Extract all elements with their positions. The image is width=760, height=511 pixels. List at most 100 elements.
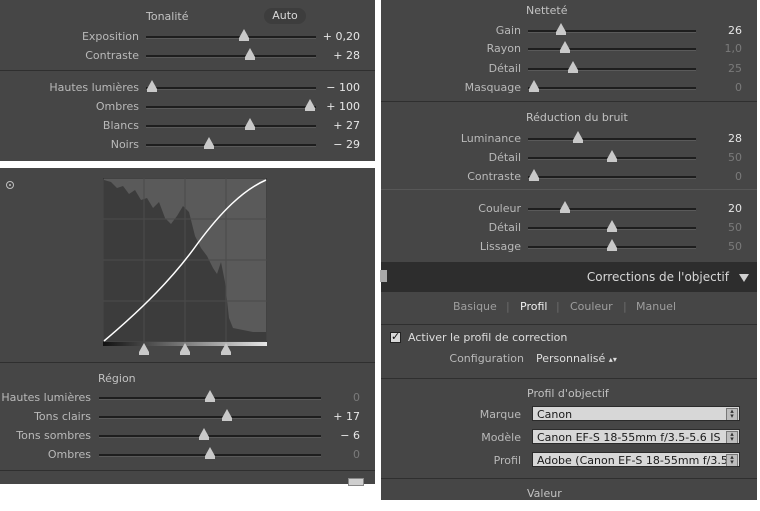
slider-track[interactable]: [146, 36, 316, 39]
tone-curve-panel: Région Hautes lumières 0 Tons clairs + 17 To…: [0, 168, 375, 486]
tab-couleur[interactable]: Couleur: [570, 300, 613, 313]
slider-track[interactable]: [528, 208, 696, 211]
objectif-header[interactable]: Corrections de l'objectif: [380, 262, 757, 292]
slider-label: Luminance: [460, 132, 521, 145]
slider-thumb[interactable]: [529, 169, 539, 181]
tabs-divider: [381, 324, 757, 325]
slider-thumb[interactable]: [198, 428, 209, 440]
slider-label: Détail: [488, 62, 521, 75]
slider-value[interactable]: + 28: [333, 49, 360, 62]
slider-value[interactable]: 50: [728, 240, 742, 253]
slider-thumb[interactable]: [607, 150, 617, 162]
slider-track[interactable]: [528, 138, 696, 141]
modele-select[interactable]: Canon EF-S 18-55mm f/3.5-5.6 IS ▴ ▾: [532, 429, 740, 444]
slider-value[interactable]: 0: [353, 448, 360, 461]
slider-thumb[interactable]: [560, 41, 571, 53]
objectif-panel: Basique | Profil | Couleur | Manuel ✓ Ac…: [381, 292, 757, 500]
tab-separator: |: [506, 300, 510, 313]
slider-value[interactable]: 50: [728, 221, 742, 234]
profil-spin-icon: ▴ ▾: [726, 454, 738, 466]
curve-split-handle-2[interactable]: [180, 343, 190, 355]
slider-thumb[interactable]: [568, 61, 578, 73]
slider-value[interactable]: 0: [353, 391, 360, 404]
slider-thumb[interactable]: [244, 48, 255, 60]
slider-thumb[interactable]: [244, 118, 255, 130]
valeur-title: Valeur: [527, 487, 562, 500]
slider-value[interactable]: + 0,20: [323, 30, 360, 43]
slider-thumb[interactable]: [572, 131, 583, 143]
slider-value[interactable]: 0: [735, 170, 742, 183]
curve-split-handle-3[interactable]: [221, 343, 231, 355]
collapse-triangle-icon[interactable]: [739, 274, 749, 282]
profile-title: Profil d'objectif: [527, 387, 609, 400]
panel-drag-handle-icon[interactable]: [380, 270, 387, 282]
slider-value[interactable]: + 17: [333, 410, 360, 423]
slider-value[interactable]: + 100: [326, 100, 360, 113]
check-mark-icon: ✓: [391, 330, 401, 343]
slider-thumb[interactable]: [203, 137, 214, 149]
tab-basique[interactable]: Basique: [453, 300, 497, 313]
slider-thumb[interactable]: [205, 447, 215, 459]
slider-value[interactable]: 0: [735, 81, 742, 94]
curve-split-handle-1[interactable]: [139, 343, 149, 355]
config-label: Configuration: [449, 352, 524, 365]
slider-value[interactable]: − 29: [333, 138, 360, 151]
slider-label: Ombres: [95, 100, 139, 113]
slider-label: Détail: [488, 151, 521, 164]
slider-label: Tons sombres: [16, 429, 91, 442]
slider-track[interactable]: [528, 176, 696, 179]
slider-thumb[interactable]: [305, 99, 315, 111]
slider-track[interactable]: [99, 435, 321, 438]
target-adjust-icon[interactable]: [6, 181, 14, 189]
slider-track[interactable]: [528, 68, 696, 71]
nettete-title: Netteté: [526, 4, 568, 17]
marque-select[interactable]: Canon ▴ ▾: [532, 406, 740, 421]
slider-track[interactable]: [146, 87, 316, 90]
slider-value[interactable]: + 27: [333, 119, 360, 132]
objectif-header-title: Corrections de l'objectif: [586, 270, 729, 284]
modele-value: Canon EF-S 18-55mm f/3.5-5.6 IS: [537, 431, 721, 444]
slider-track[interactable]: [146, 125, 316, 128]
slider-track[interactable]: [528, 87, 696, 90]
slider-thumb[interactable]: [555, 23, 566, 35]
slider-thumb[interactable]: [607, 239, 617, 251]
profile-divider: [381, 478, 757, 479]
auto-button[interactable]: Auto: [264, 8, 306, 24]
slider-track[interactable]: [146, 144, 316, 147]
bruit-inner-divider: [381, 189, 757, 190]
slider-value[interactable]: − 100: [326, 81, 360, 94]
panel-switch-icon[interactable]: [348, 478, 364, 486]
slider-value[interactable]: 28: [728, 132, 742, 145]
slider-thumb[interactable]: [529, 80, 539, 92]
slider-label: Contraste: [85, 49, 139, 62]
slider-value[interactable]: 50: [728, 151, 742, 164]
slider-label: Couleur: [478, 202, 521, 215]
slider-value[interactable]: 25: [728, 62, 742, 75]
slider-label: Ombres: [47, 448, 91, 461]
slider-thumb[interactable]: [147, 80, 157, 92]
slider-track[interactable]: [99, 416, 321, 419]
enable-profile-checkbox[interactable]: ✓: [390, 330, 401, 343]
slider-track[interactable]: [146, 55, 316, 58]
slider-label: Hautes lumières: [49, 81, 139, 94]
config-select[interactable]: Personnalisé ▴▾: [536, 352, 617, 365]
slider-value[interactable]: − 6: [340, 429, 360, 442]
slider-track[interactable]: [528, 30, 696, 33]
slider-thumb[interactable]: [607, 220, 617, 232]
profil-select[interactable]: Adobe (Canon EF-S 18-55mm f/3.5... ▴ ▾: [532, 452, 740, 467]
tone-curve-graph[interactable]: [103, 178, 267, 348]
slider-track[interactable]: [146, 106, 316, 109]
config-divider: [381, 378, 757, 379]
slider-label: Masquage: [464, 81, 521, 94]
slider-value[interactable]: 26: [728, 24, 742, 37]
slider-value[interactable]: 20: [728, 202, 742, 215]
slider-thumb[interactable]: [205, 390, 215, 402]
tab-separator: |: [623, 300, 627, 313]
slider-track[interactable]: [528, 48, 696, 51]
slider-thumb[interactable]: [560, 201, 571, 213]
slider-thumb[interactable]: [238, 29, 249, 41]
tab-manuel[interactable]: Manuel: [636, 300, 676, 313]
tab-profil[interactable]: Profil: [520, 300, 547, 313]
slider-thumb[interactable]: [221, 409, 232, 421]
slider-value[interactable]: 1,0: [725, 42, 743, 55]
